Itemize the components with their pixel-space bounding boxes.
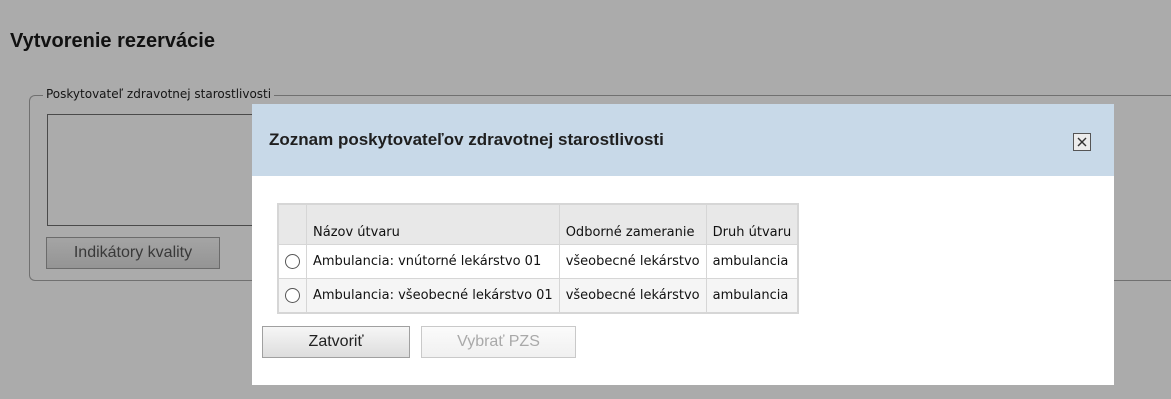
row-radio-button[interactable] (285, 288, 300, 303)
dialog-header: Zoznam poskytovateľov zdravotnej starost… (252, 104, 1114, 176)
table-row[interactable]: Ambulancia: všeobecné lekárstvo 01 všeob… (277, 278, 799, 314)
close-icon[interactable] (1073, 133, 1091, 151)
unit-type-cell: ambulancia (705, 278, 799, 314)
close-button[interactable]: Zatvoriť (262, 326, 410, 358)
select-provider-button[interactable]: Vybrať PZS (421, 326, 576, 358)
header-unit-type[interactable]: Druh útvaru (705, 203, 799, 245)
header-select-column (277, 203, 307, 245)
header-unit-name[interactable]: Názov útvaru (306, 203, 560, 245)
row-radio-cell[interactable] (277, 278, 307, 314)
row-radio-cell[interactable] (277, 244, 307, 279)
unit-name-cell: Ambulancia: vnútorné lekárstvo 01 (306, 244, 560, 279)
table-row[interactable]: Ambulancia: vnútorné lekárstvo 01 všeobe… (277, 244, 799, 279)
unit-name-cell: Ambulancia: všeobecné lekárstvo 01 (306, 278, 560, 314)
dialog-title: Zoznam poskytovateľov zdravotnej starost… (269, 130, 664, 149)
row-radio-button[interactable] (285, 254, 300, 269)
unit-type-cell: ambulancia (705, 244, 799, 279)
provider-table: Názov útvaru Odborné zameranie Druh útva… (277, 203, 800, 314)
provider-list-dialog: Zoznam poskytovateľov zdravotnej starost… (252, 104, 1114, 385)
table-header-row: Názov útvaru Odborné zameranie Druh útva… (277, 203, 799, 245)
specialization-cell: všeobecné lekárstvo (558, 278, 707, 314)
header-specialization[interactable]: Odborné zameranie (558, 203, 707, 245)
specialization-cell: všeobecné lekárstvo (558, 244, 707, 279)
